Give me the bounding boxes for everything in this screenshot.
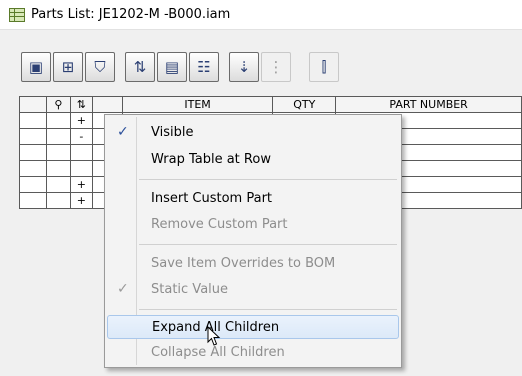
export-button[interactable]: ▤ — [157, 52, 187, 82]
pin-column-header[interactable]: ⚲ — [45, 96, 71, 113]
expand-toggle[interactable] — [69, 160, 93, 177]
check-icon: ✓ — [117, 124, 129, 140]
row-selector[interactable] — [19, 160, 47, 177]
header-row: ⚲ ⇅ ITEM QTY PART NUMBER — [19, 96, 522, 113]
row-selector[interactable] — [19, 144, 47, 161]
member-edit-scope-button[interactable]: ⋮ — [261, 52, 291, 82]
menu-item-label: Visible — [151, 125, 194, 140]
menu-item-expand-all-children[interactable]: Expand All Children — [107, 315, 399, 339]
menu-separator — [139, 179, 397, 180]
expand-toggle[interactable]: + — [69, 112, 93, 129]
title-bar: Parts List: JE1202-M -B000.iam — [0, 0, 522, 30]
menu-item-insert-custom-part[interactable]: Insert Custom Part — [107, 187, 399, 211]
menu-item-wrap-table[interactable]: Wrap Table at Row — [107, 148, 399, 172]
toolbar: ▣ ⊞ ⛉ ⇅ ▤ ☷ ⇣ ⋮ ⫿ — [0, 30, 522, 92]
expand-toggle[interactable] — [69, 144, 93, 161]
row-selector[interactable] — [19, 112, 47, 129]
item-column-header[interactable]: ITEM — [121, 96, 274, 113]
column-chooser-icon: ⊞ — [61, 57, 75, 76]
sort-az-icon: ⇅ — [133, 57, 147, 76]
menu-item-remove-custom-part[interactable]: Remove Custom Part — [107, 213, 399, 237]
menu-item-static-value[interactable]: ✓ Static Value — [107, 278, 399, 302]
override-column-header[interactable]: ⇅ — [69, 96, 93, 113]
qty-column-header[interactable]: QTY — [272, 96, 337, 113]
parts-list-settings-button[interactable]: ▣ — [21, 52, 51, 82]
check-icon: ✓ — [117, 281, 129, 297]
row-selector-header[interactable] — [19, 96, 47, 113]
menu-separator — [139, 244, 397, 245]
column-chooser-button[interactable]: ⊞ — [53, 52, 83, 82]
row-selector[interactable] — [19, 176, 47, 193]
parts-list-settings-icon: ▣ — [28, 57, 44, 76]
part-number-column-header[interactable]: PART NUMBER — [335, 96, 522, 113]
window-title: Parts List: JE1202-M -B000.iam — [31, 7, 231, 22]
mouse-cursor-icon — [207, 326, 221, 346]
row-selector[interactable] — [19, 192, 47, 209]
menu-item-collapse-all-children[interactable]: Collapse All Children — [107, 341, 399, 365]
filter-icon: ⛉ — [94, 57, 106, 76]
menu-item-label: Static Value — [151, 282, 229, 297]
menu-separator — [139, 309, 397, 310]
menu-item-save-overrides[interactable]: Save Item Overrides to BOM — [107, 252, 399, 276]
menu-item-label: Remove Custom Part — [151, 217, 288, 232]
renumber-icon: ⇣ — [237, 57, 251, 76]
expand-toggle[interactable]: + — [69, 192, 93, 209]
menu-item-label: Wrap Table at Row — [151, 152, 271, 167]
icon-column-header[interactable] — [91, 96, 123, 113]
table-wrapping-icon: ☷ — [197, 57, 211, 76]
expand-toggle[interactable]: - — [69, 128, 93, 145]
filter-button[interactable]: ⛉ — [85, 52, 115, 82]
parts-list-table-icon — [9, 8, 25, 22]
renumber-items-button[interactable]: ⇣ — [229, 52, 259, 82]
group-settings-button[interactable]: ⫿ — [309, 52, 339, 82]
group-settings-icon: ⫿ — [321, 57, 327, 76]
context-menu: ✓ Visible Wrap Table at Row Insert Custo… — [104, 114, 402, 368]
export-icon: ▤ — [164, 57, 180, 76]
row-selector[interactable] — [19, 128, 47, 145]
sort-button[interactable]: ⇅ — [125, 52, 155, 82]
menu-item-label: Insert Custom Part — [151, 191, 273, 206]
member-edit-scope-icon: ⋮ — [268, 57, 284, 76]
expand-toggle[interactable]: + — [69, 176, 93, 193]
menu-item-visible[interactable]: ✓ Visible — [107, 121, 399, 145]
menu-item-label: Save Item Overrides to BOM — [151, 256, 336, 271]
table-wrapping-button[interactable]: ☷ — [189, 52, 219, 82]
